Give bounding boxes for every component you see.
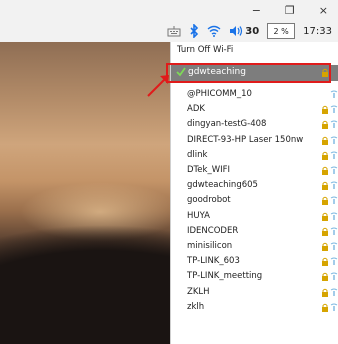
signal-icon [330,136,338,148]
turn-off-wifi-item[interactable]: Turn Off Wi-Fi [171,44,338,56]
taskbar: 30 2 % 17:33 [0,20,338,43]
network-item[interactable]: IDENCODER [171,225,338,237]
wifi-menu: Turn Off Wi-Fi gdwteaching @PHICOMM_10 AD… [170,42,338,344]
network-name: zklh [187,301,205,312]
signal-icon [330,151,338,163]
network-name: goodrobot [187,195,231,206]
network-name: dingyan-testG-408 [187,119,267,130]
network-item[interactable]: dingyan-testG-408 [171,118,338,130]
signal-icon [330,272,338,284]
network-name: DIRECT-93-HP Laser 150nw [187,134,304,145]
lock-icon [321,242,329,254]
network-item[interactable]: ADK [171,103,338,115]
close-button[interactable]: × [319,4,328,18]
highlight-box [166,63,331,83]
system-tray: 30 2 % 17:33 [167,20,332,42]
network-name: dlink [187,149,208,160]
network-name: ZKLH [187,286,210,297]
network-item[interactable]: DIRECT-93-HP Laser 150nw [171,134,338,146]
volume-value: 30 [245,25,260,37]
network-item[interactable]: dlink [171,149,338,161]
network-name: gdwteaching605 [187,180,258,191]
network-item[interactable]: gdwteaching605 [171,179,338,191]
lock-icon [321,227,329,239]
lock-icon [321,196,329,208]
lock-icon [321,151,329,163]
cpu-monitor[interactable]: 2 % [267,23,296,39]
speaker-icon [229,22,243,41]
lock-icon [321,272,329,284]
network-name: @PHICOMM_10 [187,89,252,99]
signal-icon [330,303,338,315]
network-item[interactable]: ZKLH [171,286,338,298]
clock[interactable]: 17:33 [303,26,332,37]
signal-icon [330,288,338,300]
network-name: minisilicon [187,241,233,251]
network-item[interactable]: @PHICOMM_10 [171,88,338,100]
network-item[interactable]: HUYA [171,210,338,222]
lock-icon [321,120,329,132]
minimize-button[interactable]: − [252,4,261,18]
network-item[interactable]: TP-LINK_meetting [171,270,338,282]
lock-icon [321,166,329,178]
lock-icon [321,303,329,315]
signal-icon [330,90,338,102]
lock-icon [321,257,329,269]
signal-icon [330,212,338,224]
network-name: TP-LINK_603 [187,256,240,267]
volume-control[interactable]: 30 [229,22,259,41]
signal-icon [330,120,338,132]
signal-icon [330,227,338,239]
lock-icon [321,181,329,193]
network-name: HUYA [187,210,210,221]
arrow-annotation [147,75,169,97]
network-item[interactable]: TP-LINK_603 [171,255,338,267]
network-item[interactable]: goodrobot [171,194,338,206]
signal-icon [330,196,338,208]
turn-off-wifi-label: Turn Off Wi-Fi [177,45,234,55]
lock-icon [321,288,329,300]
network-item[interactable]: zklh [171,301,338,313]
network-name: IDENCODER [187,225,239,236]
network-item[interactable]: minisilicon [171,240,338,252]
network-name: ADK [187,104,205,115]
maximize-button[interactable]: ❐ [285,4,295,18]
signal-icon [330,257,338,269]
lock-icon [321,136,329,148]
lock-icon [321,212,329,224]
signal-icon [330,166,338,178]
keyboard-icon[interactable] [167,25,181,37]
signal-icon [330,242,338,254]
bluetooth-icon[interactable] [189,24,199,38]
network-name: TP-LINK_meetting [187,271,263,282]
signal-icon [330,181,338,193]
network-name: DTek_WIFI [187,165,231,175]
network-item[interactable]: DTek_WIFI [171,164,338,176]
window-controls: − ❐ × [252,4,328,18]
signal-icon [330,105,338,117]
lock-icon [321,105,329,117]
wifi-icon[interactable] [207,25,221,37]
